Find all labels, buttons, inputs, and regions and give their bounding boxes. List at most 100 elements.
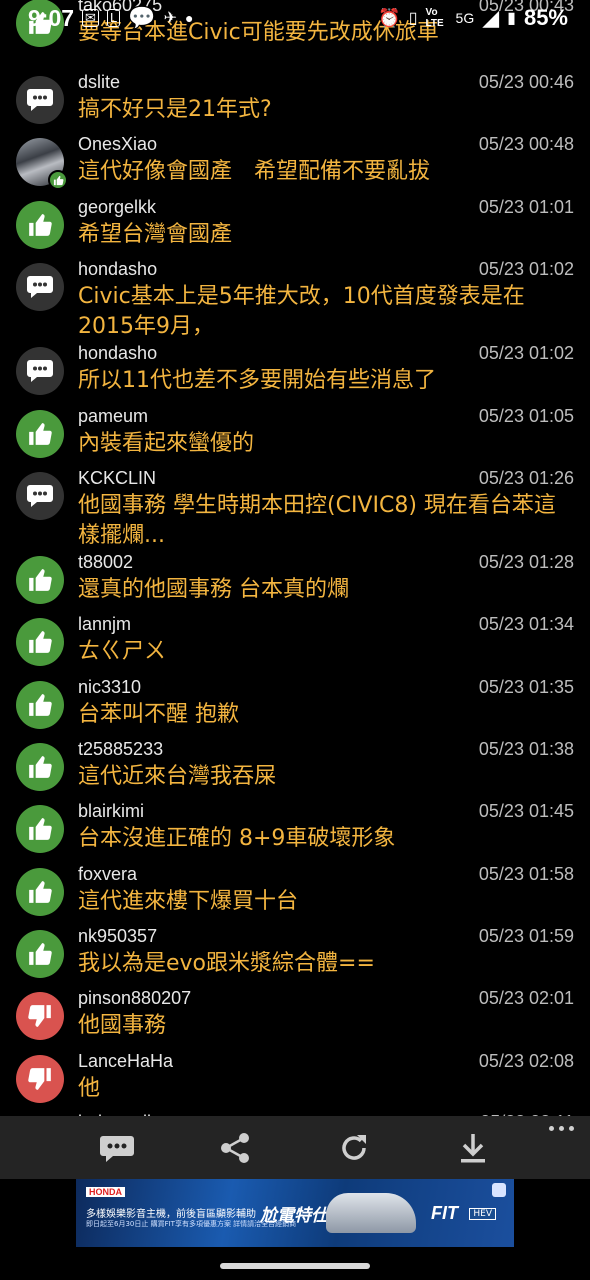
comment-text: 他: [78, 1076, 101, 1101]
comment-row[interactable]: hondasho 05/23 01:02 Civic基本上是5年推大改，10代首度發…: [0, 259, 590, 343]
comment-row[interactable]: foxvera 05/23 01:58 這代進來樓下爆買十台: [0, 864, 590, 926]
comment-time: 05/23 00:48: [478, 134, 574, 154]
comment-time: 05/23 01:38: [478, 739, 574, 759]
comment-text: Civic基本上是5年推大改，10代首度發表是在2015年9月，: [78, 284, 525, 339]
thumbs-up-icon: [16, 930, 64, 978]
comment-username[interactable]: LanceHaHa: [78, 1051, 173, 1072]
battery-icon: ▮: [507, 10, 516, 27]
comment-time: 05/23 01:01: [478, 197, 574, 217]
comment-username[interactable]: pameum: [78, 406, 148, 427]
volte-icon: Vo LTE: [425, 7, 444, 29]
comment-time: 05/23 00:46: [478, 72, 574, 92]
comment-username[interactable]: KCKCLIN: [78, 468, 156, 489]
comment-row[interactable]: t88002 05/23 01:28 還真的他國事務 台本真的爛: [0, 552, 590, 614]
comment-username[interactable]: hondasho: [78, 343, 157, 364]
ad-model: FIT: [431, 1203, 458, 1223]
comment-text: 我以為是evo跟米漿綜合體==: [78, 951, 375, 976]
comment-username[interactable]: blairkimi: [78, 801, 144, 822]
comment-row[interactable]: hondasho 05/23 01:02 所以11代也差不多要開始有些消息了: [0, 343, 590, 405]
comment-username[interactable]: t25885233: [78, 739, 163, 760]
comment-row[interactable]: pameum 05/23 01:05 內裝看起來蠻優的: [0, 406, 590, 468]
comment-text: 台本沒進正確的 8+9車破壞形象: [78, 826, 396, 851]
status-bar: 9:07 ✉ L 💬 ✈ ● ⏰ ▯ Vo LTE 5G ◢ ▮ 85%: [0, 0, 590, 36]
comment-icon[interactable]: [95, 1126, 139, 1170]
comment-text: 希望台灣會國產: [78, 222, 233, 247]
comment-text: 他國事務 學生時期本田控(CIVIC8) 現在看台苯這樣擺爛...: [78, 493, 556, 548]
comment-time: 05/23 01:28: [478, 552, 574, 572]
thumbs-up-icon: [16, 743, 64, 791]
vibrate-icon: ▯: [408, 10, 418, 27]
thumbs-down-icon: [16, 1055, 64, 1103]
comment-username[interactable]: nk950357: [78, 926, 157, 947]
comment-row[interactable]: OnesXiao 05/23 00:48 這代好像會國產 希望配備不要亂拔: [0, 134, 590, 196]
comment-row[interactable]: nk950357 05/23 01:59 我以為是evo跟米漿綜合體==: [0, 926, 590, 988]
comment-username[interactable]: hondasho: [78, 259, 157, 280]
ad-brand: HONDA: [86, 1187, 125, 1197]
comment-row[interactable]: LanceHaHa 05/23 02:08 他: [0, 1051, 590, 1113]
comment-time: 05/23 01:58: [478, 864, 574, 884]
more-icon[interactable]: [549, 1126, 574, 1131]
comment-text: ㄊㄍㄕㄨ: [78, 639, 167, 664]
share-icon[interactable]: [213, 1126, 257, 1170]
comment-text: 搞不好只是21年式?: [78, 97, 272, 122]
comment-row[interactable]: t25885233 05/23 01:38 這代近來台灣我吞屎: [0, 739, 590, 801]
comment-username[interactable]: georgelkk: [78, 197, 156, 218]
comment-username[interactable]: t88002: [78, 552, 133, 573]
network-label: 5G: [455, 10, 475, 26]
comment-row[interactable]: blairkimi 05/23 01:45 台本沒進正確的 8+9車破壞形象: [0, 801, 590, 863]
gesture-bar[interactable]: [220, 1263, 370, 1269]
thumbs-up-icon: [16, 805, 64, 853]
refresh-icon[interactable]: [332, 1126, 376, 1170]
comment-row[interactable]: lannjm 05/23 01:34 ㄊㄍㄕㄨ: [0, 614, 590, 676]
comment-time: 05/23 01:05: [478, 406, 574, 426]
ad-banner[interactable]: HONDA 多樣娛樂影音主機，前後盲區顯影輔助 即日起至6月30日止 購買FIT…: [76, 1179, 514, 1247]
thumbs-up-icon: [16, 201, 64, 249]
thumbs-up-icon: [16, 618, 64, 666]
thumbs-up-icon: [16, 868, 64, 916]
comment-text: 這代好像會國產 希望配備不要亂拔: [78, 159, 431, 184]
speech-bubble-icon: [16, 76, 64, 124]
comment-text: 這代近來台灣我吞屎: [78, 764, 277, 789]
alarm-icon: ⏰: [378, 7, 401, 28]
comment-time: 05/23 01:02: [478, 343, 574, 363]
comment-row[interactable]: dslite 05/23 00:46 搞不好只是21年式?: [0, 72, 590, 134]
comment-username[interactable]: pinson880207: [78, 988, 191, 1009]
comment-username[interactable]: lannjm: [78, 614, 131, 635]
download-icon[interactable]: [451, 1126, 495, 1170]
comment-time: 05/23 01:26: [478, 468, 574, 488]
comment-text: 這代進來樓下爆買十台: [78, 889, 299, 914]
comment-text: 所以11代也差不多要開始有些消息了: [78, 368, 436, 393]
comment-time: 05/23 01:02: [478, 259, 574, 279]
comment-username[interactable]: OnesXiao: [78, 134, 157, 155]
notification-dot-icon: ●: [185, 10, 194, 26]
comment-time: 05/23 02:01: [478, 988, 574, 1008]
thumbs-up-icon: [48, 170, 68, 190]
comment-username[interactable]: foxvera: [78, 864, 137, 885]
chat-icon: 💬: [128, 5, 156, 30]
comment-row[interactable]: pinson880207 05/23 02:01 他國事務: [0, 988, 590, 1050]
comment-row[interactable]: georgelkk 05/23 01:01 希望台灣會國產: [0, 197, 590, 259]
comment-row[interactable]: KCKCLIN 05/23 01:26 他國事務 學生時期本田控(CIVIC8) 現…: [0, 468, 590, 552]
thumbs-up-icon: [16, 681, 64, 729]
comment-text: 他國事務: [78, 1013, 167, 1038]
speech-bubble-icon: [16, 472, 64, 520]
battery-percent: 85%: [523, 5, 568, 30]
thumbs-up-icon: [16, 410, 64, 458]
comment-text: 還真的他國事務 台本真的爛: [78, 577, 349, 602]
speech-bubble-icon: [16, 263, 64, 311]
drone-icon: ✈: [163, 10, 177, 27]
ad-sub: HEV: [469, 1208, 496, 1220]
comment-username[interactable]: nic3310: [78, 677, 141, 698]
comment-time: 05/23 01:59: [478, 926, 574, 946]
comment-username[interactable]: dslite: [78, 72, 120, 93]
comment-text: 台苯叫不醒 抱歉: [78, 702, 239, 727]
comment-time: 05/23 01:45: [478, 801, 574, 821]
signal-icon: ◢: [482, 5, 500, 30]
comment-text: 內裝看起來蠻優的: [78, 431, 255, 456]
speech-bubble-icon: [16, 347, 64, 395]
comment-list[interactable]: tako60275 05/23 00:43 要等台本進Civic可能要先改成休旅車 d…: [0, 0, 590, 1116]
ad-line1: 多樣娛樂影音主機，前後盲區顯影輔助: [86, 1209, 256, 1220]
thumbs-down-icon: [16, 992, 64, 1040]
thumbs-up-icon: [16, 556, 64, 604]
comment-row[interactable]: nic3310 05/23 01:35 台苯叫不醒 抱歉: [0, 677, 590, 739]
